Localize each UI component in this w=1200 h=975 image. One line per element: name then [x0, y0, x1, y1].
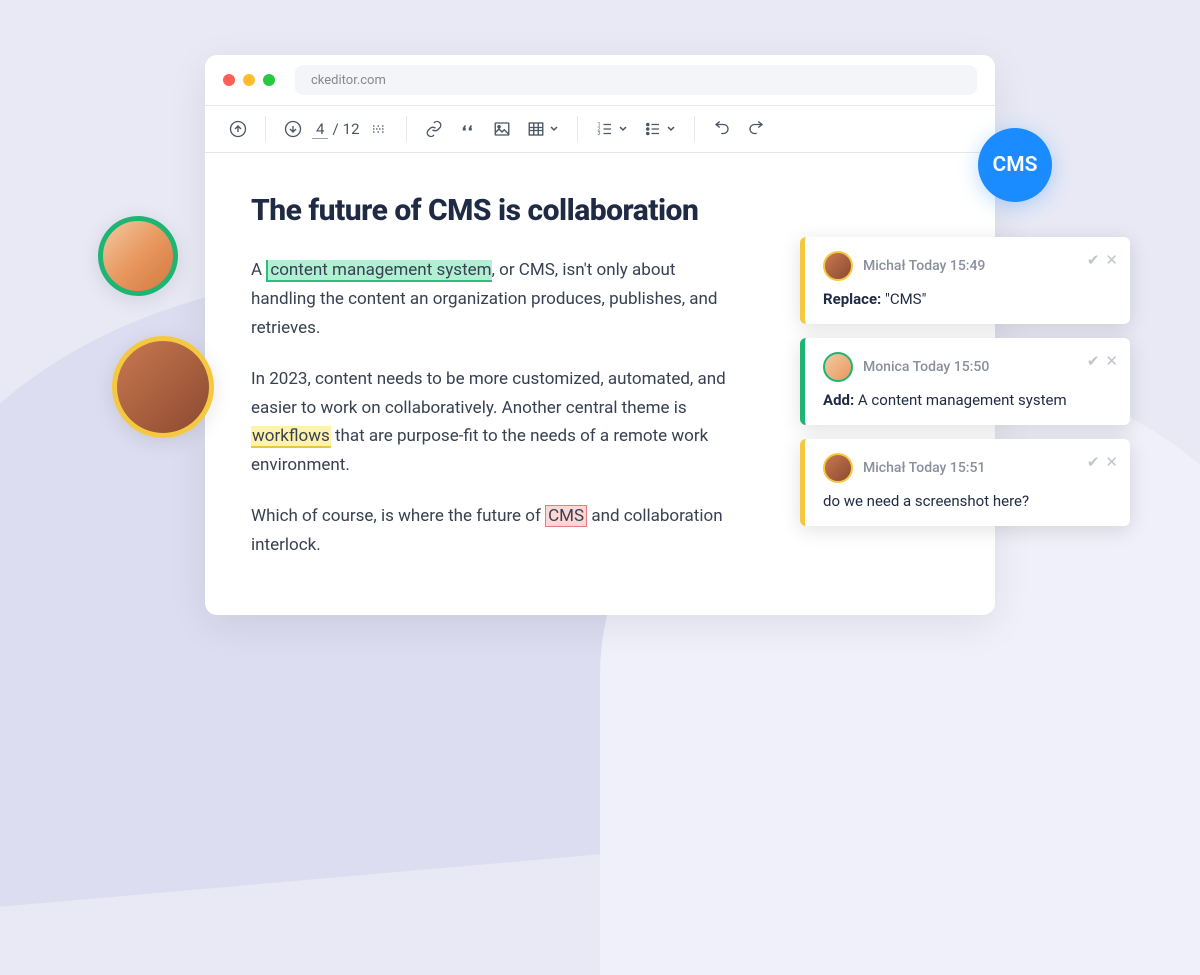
collaborator-avatar-michal[interactable]: [112, 336, 214, 438]
current-page[interactable]: 4: [312, 120, 328, 139]
cms-badge: CMS: [978, 128, 1052, 202]
comment-avatar-icon: [823, 251, 853, 281]
comment-card[interactable]: Michał Today 15:51 ✔ ✕ do we need a scre…: [800, 439, 1130, 526]
paragraph-1: A content management system, or CMS, isn…: [251, 256, 731, 343]
paragraph-3: Which of course, is where the future of …: [251, 502, 731, 560]
document-title: The future of CMS is collaboration: [251, 193, 949, 228]
accept-icon[interactable]: ✔: [1087, 453, 1100, 471]
svg-text:3: 3: [597, 131, 600, 137]
window-minimize-icon[interactable]: [243, 74, 255, 86]
reject-icon[interactable]: ✕: [1105, 453, 1118, 471]
table-icon[interactable]: [521, 114, 565, 144]
comment-body: Replace: "CMS": [823, 289, 1114, 310]
comment-card[interactable]: Monica Today 15:50 ✔ ✕ Add: A content ma…: [800, 338, 1130, 425]
window-maximize-icon[interactable]: [263, 74, 275, 86]
reject-icon[interactable]: ✕: [1105, 251, 1118, 269]
bullet-list-icon[interactable]: [638, 114, 682, 144]
comment-avatar-icon: [823, 453, 853, 483]
accept-icon[interactable]: ✔: [1087, 352, 1100, 370]
link-icon[interactable]: [419, 114, 449, 144]
numbered-list-icon[interactable]: 123: [590, 114, 634, 144]
accept-icon[interactable]: ✔: [1087, 251, 1100, 269]
image-icon[interactable]: [487, 114, 517, 144]
suggestion-highlight-green[interactable]: content management system: [266, 260, 491, 282]
page-break-icon[interactable]: [364, 114, 394, 144]
browser-chrome: ckeditor.com: [205, 55, 995, 105]
url-bar[interactable]: ckeditor.com: [295, 65, 977, 95]
comment-avatar-icon: [823, 352, 853, 382]
upload-icon[interactable]: [223, 114, 253, 144]
comment-body: do we need a screenshot here?: [823, 491, 1114, 512]
page-indicator: 4 / 12: [312, 120, 360, 139]
suggestion-highlight-yellow[interactable]: workflows: [251, 426, 331, 448]
url-text: ckeditor.com: [311, 73, 386, 88]
suggestion-highlight-pink[interactable]: CMS: [545, 505, 587, 527]
comment-card[interactable]: Michał Today 15:49 ✔ ✕ Replace: "CMS": [800, 237, 1130, 324]
paragraph-2: In 2023, content needs to be more custom…: [251, 365, 731, 481]
comments-panel: Michał Today 15:49 ✔ ✕ Replace: "CMS" Mo…: [800, 237, 1130, 526]
comment-body: Add: A content management system: [823, 390, 1114, 411]
download-icon[interactable]: [278, 114, 308, 144]
reject-icon[interactable]: ✕: [1105, 352, 1118, 370]
undo-icon[interactable]: [707, 114, 737, 144]
collaborator-avatar-monica[interactable]: [98, 216, 178, 296]
total-pages: 12: [343, 120, 360, 138]
window-close-icon[interactable]: [223, 74, 235, 86]
redo-icon[interactable]: [741, 114, 771, 144]
editor-toolbar: 4 / 12 123: [205, 105, 995, 153]
quote-icon[interactable]: [453, 114, 483, 144]
